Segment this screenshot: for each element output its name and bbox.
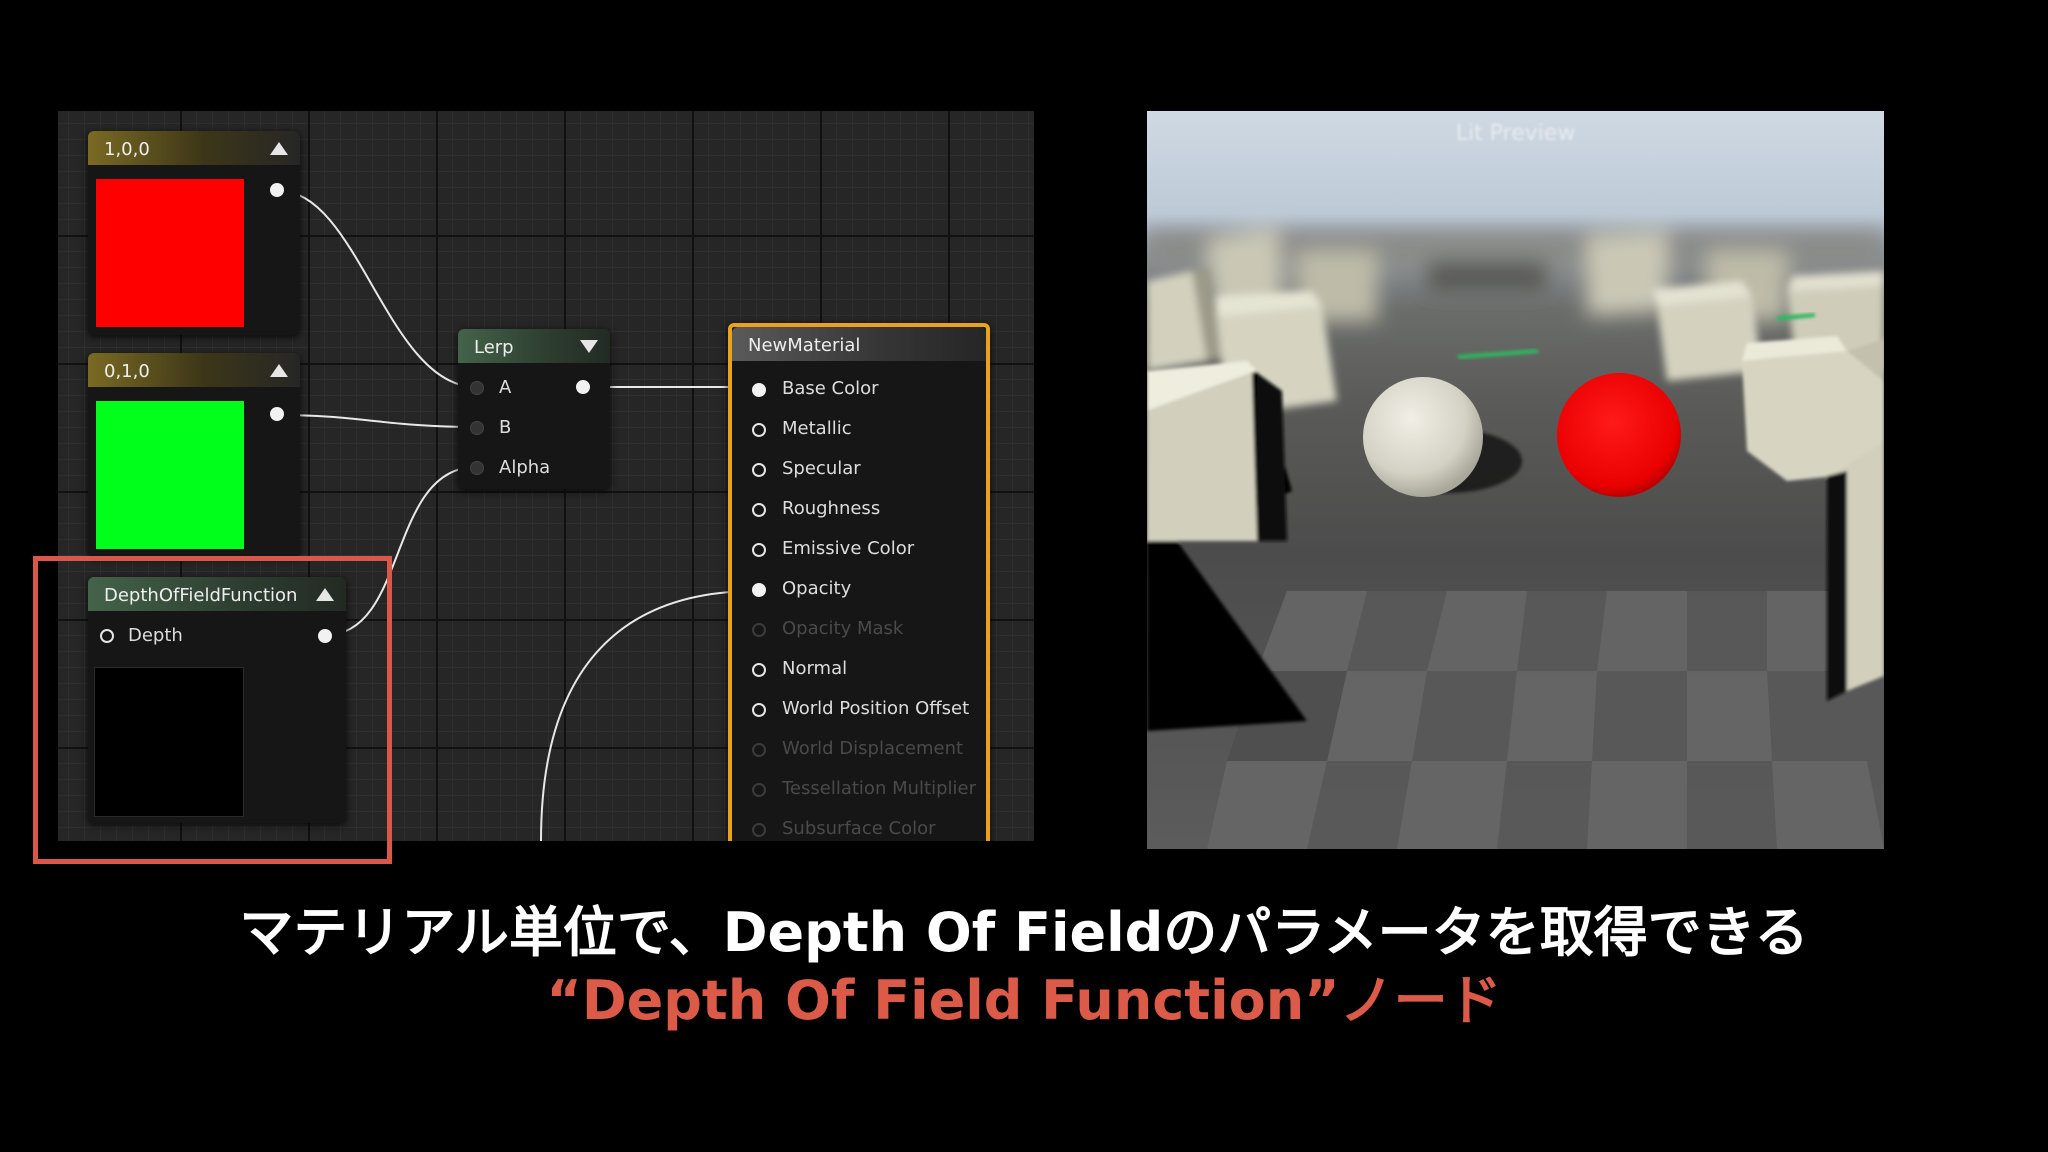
material-pin-normal[interactable]: Normal bbox=[748, 655, 988, 685]
lerp-node[interactable]: Lerp A B Alpha bbox=[458, 329, 610, 489]
pin-label: Opacity Mask bbox=[782, 618, 904, 639]
pin-icon[interactable] bbox=[752, 503, 766, 517]
material-pin-tessellation-multiplier: Tessellation Multiplier bbox=[748, 775, 988, 805]
pin-icon[interactable] bbox=[752, 463, 766, 477]
color-preview-swatch bbox=[96, 401, 244, 549]
pin-label: World Displacement bbox=[782, 738, 964, 759]
pin-icon[interactable] bbox=[752, 383, 766, 397]
green-marker bbox=[1457, 349, 1539, 359]
pin-icon[interactable] bbox=[752, 543, 766, 557]
pin-label: Roughness bbox=[782, 498, 881, 519]
material-pin-opacity-mask: Opacity Mask bbox=[748, 615, 988, 645]
pin-label: Subsurface Color bbox=[782, 818, 936, 839]
pin-label: Normal bbox=[782, 658, 848, 679]
pin-icon bbox=[752, 623, 766, 637]
collapse-icon[interactable] bbox=[270, 364, 288, 377]
input-pin-b[interactable] bbox=[470, 421, 484, 435]
pin-label: Specular bbox=[782, 458, 861, 479]
highlight-box bbox=[33, 556, 392, 864]
material-pin-opacity[interactable]: Opacity bbox=[748, 575, 988, 605]
pin-icon[interactable] bbox=[752, 583, 766, 597]
material-pin-roughness[interactable]: Roughness bbox=[748, 495, 988, 525]
pin-label: Metallic bbox=[782, 418, 852, 439]
color-preview-swatch bbox=[96, 179, 244, 327]
pin-label: Emissive Color bbox=[782, 538, 915, 559]
pin-icon[interactable] bbox=[752, 703, 766, 717]
node-title: NewMaterial bbox=[748, 335, 861, 356]
pin-label: Opacity bbox=[782, 578, 852, 599]
node-header: NewMaterial bbox=[732, 327, 986, 361]
wire-green-to-lerp-b bbox=[279, 414, 477, 428]
viewport-scene bbox=[1147, 226, 1884, 849]
constant3-node-red[interactable]: 1,0,0 bbox=[88, 131, 300, 335]
output-pin[interactable] bbox=[270, 407, 284, 421]
viewport-title: Lit Preview bbox=[1455, 121, 1576, 146]
material-pin-emissive-color[interactable]: Emissive Color bbox=[748, 535, 988, 565]
node-title: Lerp bbox=[474, 337, 514, 358]
node-title: 0,1,0 bbox=[104, 361, 150, 382]
game-viewport[interactable]: Lit Preview bbox=[1147, 111, 1884, 849]
material-pin-world-displacement: World Displacement bbox=[748, 735, 988, 765]
constant3-node-green[interactable]: 0,1,0 bbox=[88, 353, 300, 557]
pin-label-alpha: Alpha bbox=[499, 457, 551, 478]
pin-icon bbox=[752, 823, 766, 837]
node-header: Lerp bbox=[458, 329, 610, 363]
input-pin-a[interactable] bbox=[470, 381, 484, 395]
pin-label-a: A bbox=[499, 377, 512, 398]
material-pin-world-position-offset[interactable]: World Position Offset bbox=[748, 695, 988, 725]
output-pin[interactable] bbox=[270, 183, 284, 197]
output-pin[interactable] bbox=[576, 380, 590, 394]
pin-label: Tessellation Multiplier bbox=[782, 778, 976, 799]
pin-icon[interactable] bbox=[752, 423, 766, 437]
material-pin-metallic[interactable]: Metallic bbox=[748, 415, 988, 445]
material-pin-subsurface-color: Subsurface Color bbox=[748, 815, 988, 841]
checker-floor bbox=[1207, 591, 1884, 849]
material-result-node[interactable]: NewMaterial Base Color Metallic Specular… bbox=[728, 323, 990, 841]
node-header: 1,0,0 bbox=[88, 131, 300, 165]
pin-icon[interactable] bbox=[752, 663, 766, 677]
pin-icon bbox=[752, 743, 766, 757]
pin-label-b: B bbox=[499, 417, 512, 438]
material-pin-base-color[interactable]: Base Color bbox=[748, 375, 988, 405]
node-header: 0,1,0 bbox=[88, 353, 300, 387]
caption-line-2: “Depth Of Field Function”ノード bbox=[546, 969, 1502, 1032]
collapse-icon[interactable] bbox=[270, 142, 288, 155]
pin-label: Base Color bbox=[782, 378, 879, 399]
pin-label: World Position Offset bbox=[782, 698, 970, 719]
input-pin-alpha[interactable] bbox=[470, 461, 484, 475]
wire-to-opacity bbox=[540, 590, 757, 841]
white-sphere bbox=[1363, 377, 1483, 497]
material-pin-specular[interactable]: Specular bbox=[748, 455, 988, 485]
red-sphere bbox=[1557, 373, 1681, 497]
pin-icon bbox=[752, 783, 766, 797]
expand-icon[interactable] bbox=[580, 340, 598, 353]
node-title: 1,0,0 bbox=[104, 139, 150, 160]
wire-red-to-lerp-a bbox=[279, 190, 477, 388]
